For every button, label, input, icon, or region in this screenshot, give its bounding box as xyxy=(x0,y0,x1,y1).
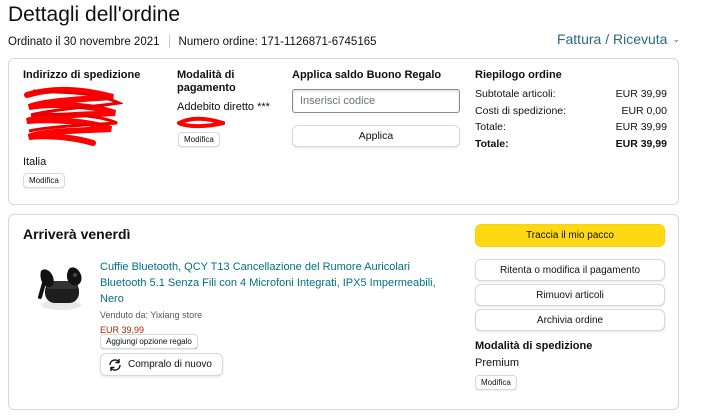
buy-again-label: Compralo di nuovo xyxy=(128,359,212,370)
redaction-scribble xyxy=(177,116,225,129)
apply-gift-button[interactable]: Applica xyxy=(292,125,460,147)
track-package-button[interactable]: Traccia il mio pacco xyxy=(475,224,665,247)
buy-again-button[interactable]: Compralo di nuovo xyxy=(100,353,223,376)
summary-label: Costi di spedizione: xyxy=(475,104,567,117)
payment-section: Modalità di pagamento Addebito diretto *… xyxy=(177,69,287,147)
order-summary-section: Riepilogo ordine Subtotale articoli: EUR… xyxy=(475,69,667,150)
remove-items-button[interactable]: Rimuovi articoli xyxy=(475,284,665,306)
summary-row: Costi di spedizione: EUR 0,00 xyxy=(475,103,667,120)
payment-method: Addebito diretto *** xyxy=(177,101,270,113)
product-title-link[interactable]: Cuffie Bluetooth, QCY T13 Cancellazione … xyxy=(100,259,456,307)
shipment-box: Arriverà venerdì Cuffie Bluetooth, QCY T… xyxy=(8,214,679,410)
redaction-scribble xyxy=(24,86,123,146)
chevron-down-icon: ⌄ xyxy=(672,33,680,44)
address-country: Italia xyxy=(23,156,47,168)
summary-value: EUR 39,99 xyxy=(615,121,667,133)
add-gift-option-button[interactable]: Aggiungi opzione regalo xyxy=(100,334,198,349)
summary-value: EUR 39,99 xyxy=(615,88,667,100)
summary-label: Totale: xyxy=(475,121,506,133)
gift-code-input[interactable] xyxy=(292,89,460,113)
shipment-actions: Traccia il mio pacco Ritenta o modifica … xyxy=(475,224,665,331)
arrival-heading: Arriverà venerdì xyxy=(23,226,131,242)
summary-row: Totale: EUR 39,99 xyxy=(475,119,667,136)
product-image[interactable] xyxy=(31,257,91,317)
edit-address-button[interactable]: Modifica xyxy=(23,173,65,188)
retry-payment-button[interactable]: Ritenta o modifica il pagamento xyxy=(475,259,665,281)
summary-value: EUR 0,00 xyxy=(621,104,667,117)
shipping-method-header: Modalità di spedizione xyxy=(475,340,593,352)
order-info-box: Indirizzo di spedizione Italia Modifica … xyxy=(8,58,679,205)
summary-row-total: Totale: EUR 39,99 xyxy=(475,136,667,153)
order-date: Ordinato il 30 novembre 2021 xyxy=(8,35,160,48)
gift-card-section: Applica saldo Buono Regalo Applica xyxy=(292,69,462,147)
order-meta: Ordinato il 30 novembre 2021 Numero ordi… xyxy=(8,35,377,48)
buy-again-icon xyxy=(109,358,121,371)
edit-payment-button[interactable]: Modifica xyxy=(178,132,220,147)
payment-header: Modalità di pagamento xyxy=(177,69,236,94)
shipping-address-section: Indirizzo di spedizione Italia Modifica xyxy=(23,69,163,188)
order-summary-header: Riepilogo ordine xyxy=(475,69,562,81)
summary-label: Totale: xyxy=(475,137,509,150)
archive-order-button[interactable]: Archivia ordine xyxy=(475,309,665,331)
summary-label: Subtotale articoli: xyxy=(475,88,556,100)
summary-row: Subtotale articoli: EUR 39,99 xyxy=(475,86,667,103)
shipping-method-value: Premium xyxy=(475,357,520,369)
order-number: Numero ordine: 171-1126871-6745165 xyxy=(178,35,377,48)
summary-value: EUR 39,99 xyxy=(615,137,667,150)
invoice-dropdown[interactable]: Fattura / Ricevuta ⌄ xyxy=(557,31,680,47)
gift-card-header: Applica saldo Buono Regalo xyxy=(292,69,442,81)
summary-list: Subtotale articoli: EUR 39,99 Costi di s… xyxy=(475,86,667,152)
meta-divider xyxy=(168,35,170,48)
shipping-address-header: Indirizzo di spedizione xyxy=(23,69,141,81)
seller-info: Venduto da: Yixiang store xyxy=(100,310,203,320)
edit-shipping-method-button[interactable]: Modifica xyxy=(475,375,517,390)
invoice-label: Fattura / Ricevuta xyxy=(556,31,668,47)
page-title: Dettagli dell'ordine xyxy=(8,3,181,26)
